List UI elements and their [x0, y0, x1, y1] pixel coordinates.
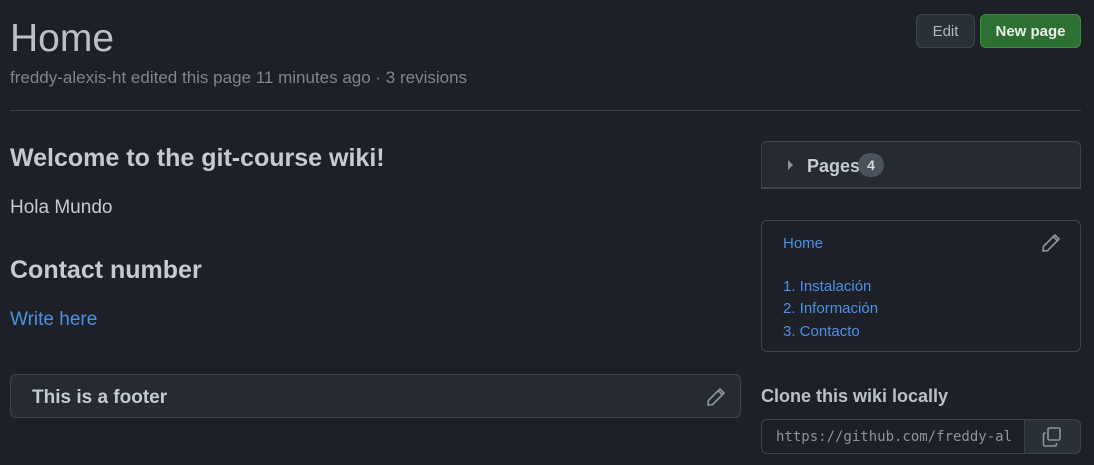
toc-link-informacion[interactable]: 2. Información: [783, 300, 878, 318]
clone-url-input[interactable]: [761, 419, 1025, 454]
clone-heading: Clone this wiki locally: [761, 386, 949, 406]
pages-label: Pages: [807, 156, 861, 176]
edit-button[interactable]: Edit: [916, 14, 975, 48]
custom-sidebar: Home 1. Instalación 2. Información 3. Co…: [761, 220, 1081, 352]
welcome-heading: Welcome to the git-course wiki!: [10, 144, 385, 172]
footer-text: This is a footer: [32, 387, 168, 408]
caret-right-icon: [788, 160, 793, 170]
hola-paragraph: Hola Mundo: [10, 197, 113, 218]
page-edit-meta: freddy-alexis-ht edited this page 11 min…: [10, 68, 468, 87]
pages-toggle[interactable]: Pages 4: [761, 141, 1081, 189]
toc-link-instalacion[interactable]: 1. Instalación: [783, 278, 871, 296]
wiki-page: Home freddy-alexis-ht edited this page 1…: [0, 0, 1094, 465]
pencil-icon[interactable]: [706, 387, 726, 407]
new-page-button[interactable]: New page: [980, 14, 1081, 48]
copy-icon: [1042, 427, 1061, 447]
toc-link-home[interactable]: Home: [783, 235, 823, 253]
toc-link-contacto[interactable]: 3. Contacto: [783, 323, 860, 341]
contact-heading: Contact number: [10, 256, 202, 284]
write-here-link[interactable]: Write here: [10, 309, 97, 331]
pages-count-badge: 4: [858, 153, 884, 177]
pencil-icon[interactable]: [1041, 233, 1061, 253]
wiki-footer: This is a footer: [10, 374, 741, 418]
copy-url-button[interactable]: [1024, 419, 1081, 454]
header-divider: [10, 110, 1081, 111]
page-title: Home: [10, 17, 115, 60]
